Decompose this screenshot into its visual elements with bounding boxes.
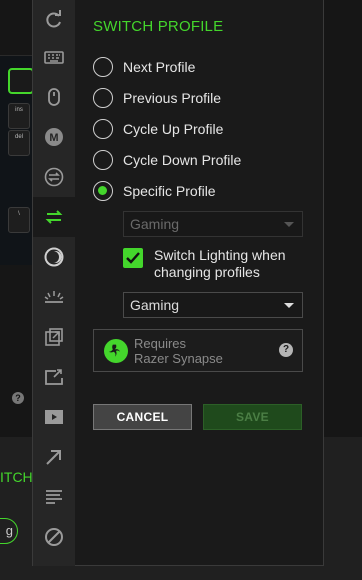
chevron-down-icon [284, 303, 294, 308]
synapse-requirement-text: Requires Razer Synapse [134, 336, 223, 366]
launch-program-icon[interactable] [33, 317, 75, 357]
background-logo-key[interactable] [8, 68, 34, 94]
background-switch-heading: ITCH [0, 469, 33, 485]
radio-next-profile[interactable] [93, 57, 113, 77]
switch-profile-popup: M SWITCH PROFILE Next Profile Previous P… [32, 0, 324, 566]
shortcut-icon[interactable] [33, 437, 75, 477]
save-button[interactable]: SAVE [203, 404, 302, 430]
radio-cycle-up-profile[interactable] [93, 119, 113, 139]
background-key-ins[interactable]: ins [8, 103, 30, 129]
background-key-del[interactable]: del [8, 130, 30, 156]
requirement-line-1: Requires [134, 336, 187, 351]
cancel-button[interactable]: CANCEL [93, 404, 192, 430]
profile-select-value: Gaming [130, 216, 180, 232]
help-icon[interactable]: ? [279, 343, 293, 357]
option-label: Cycle Down Profile [123, 152, 242, 168]
svg-text:M: M [49, 132, 58, 144]
option-label: Cycle Up Profile [123, 121, 224, 137]
text-function-icon[interactable] [33, 477, 75, 517]
option-label: Specific Profile [123, 183, 216, 199]
option-cycle-up-profile[interactable]: Cycle Up Profile [93, 118, 223, 140]
macro-icon[interactable]: M [33, 117, 75, 157]
radio-previous-profile[interactable] [93, 88, 113, 108]
lighting-icon[interactable] [33, 237, 75, 277]
option-cycle-down-profile[interactable]: Cycle Down Profile [93, 149, 241, 171]
requirement-line-2: Razer Synapse [134, 351, 223, 366]
switch-lighting-label: Switch Lighting when changing profiles [154, 247, 286, 280]
option-label: Next Profile [123, 59, 196, 75]
lighting-select[interactable]: Gaming [123, 292, 303, 318]
panel-title: SWITCH PROFILE [93, 18, 224, 35]
synapse-requirement-box: Requires Razer Synapse ? [93, 329, 303, 372]
option-previous-profile[interactable]: Previous Profile [93, 87, 221, 109]
option-specific-profile[interactable]: Specific Profile [93, 180, 216, 202]
mouse-icon[interactable] [33, 77, 75, 117]
profile-select[interactable]: Gaming [123, 211, 303, 237]
keyboard-icon[interactable] [33, 37, 75, 77]
switch-profile-icon[interactable] [33, 197, 75, 237]
lighting-select-value: Gaming [130, 297, 180, 313]
refresh-icon[interactable] [33, 0, 75, 40]
razer-logo-icon [104, 339, 128, 363]
checkmark-icon [126, 252, 140, 264]
option-next-profile[interactable]: Next Profile [93, 56, 195, 78]
option-label: Previous Profile [123, 90, 222, 106]
switch-lighting-checkbox[interactable] [123, 248, 143, 268]
background-key-backslash[interactable]: \ [8, 207, 30, 233]
disable-icon[interactable] [33, 517, 75, 557]
brightness-icon[interactable] [33, 277, 75, 317]
background-help-icon[interactable]: ? [12, 392, 24, 404]
radio-cycle-down-profile[interactable] [93, 150, 113, 170]
switch-profile-content: SWITCH PROFILE Next Profile Previous Pro… [75, 0, 325, 566]
function-icon-rail: M [33, 0, 75, 566]
media-icon[interactable] [33, 397, 75, 437]
radio-specific-profile[interactable] [93, 181, 113, 201]
chevron-down-icon [284, 222, 294, 227]
hypershift-icon[interactable] [33, 157, 75, 197]
window-switch-icon[interactable] [33, 357, 75, 397]
